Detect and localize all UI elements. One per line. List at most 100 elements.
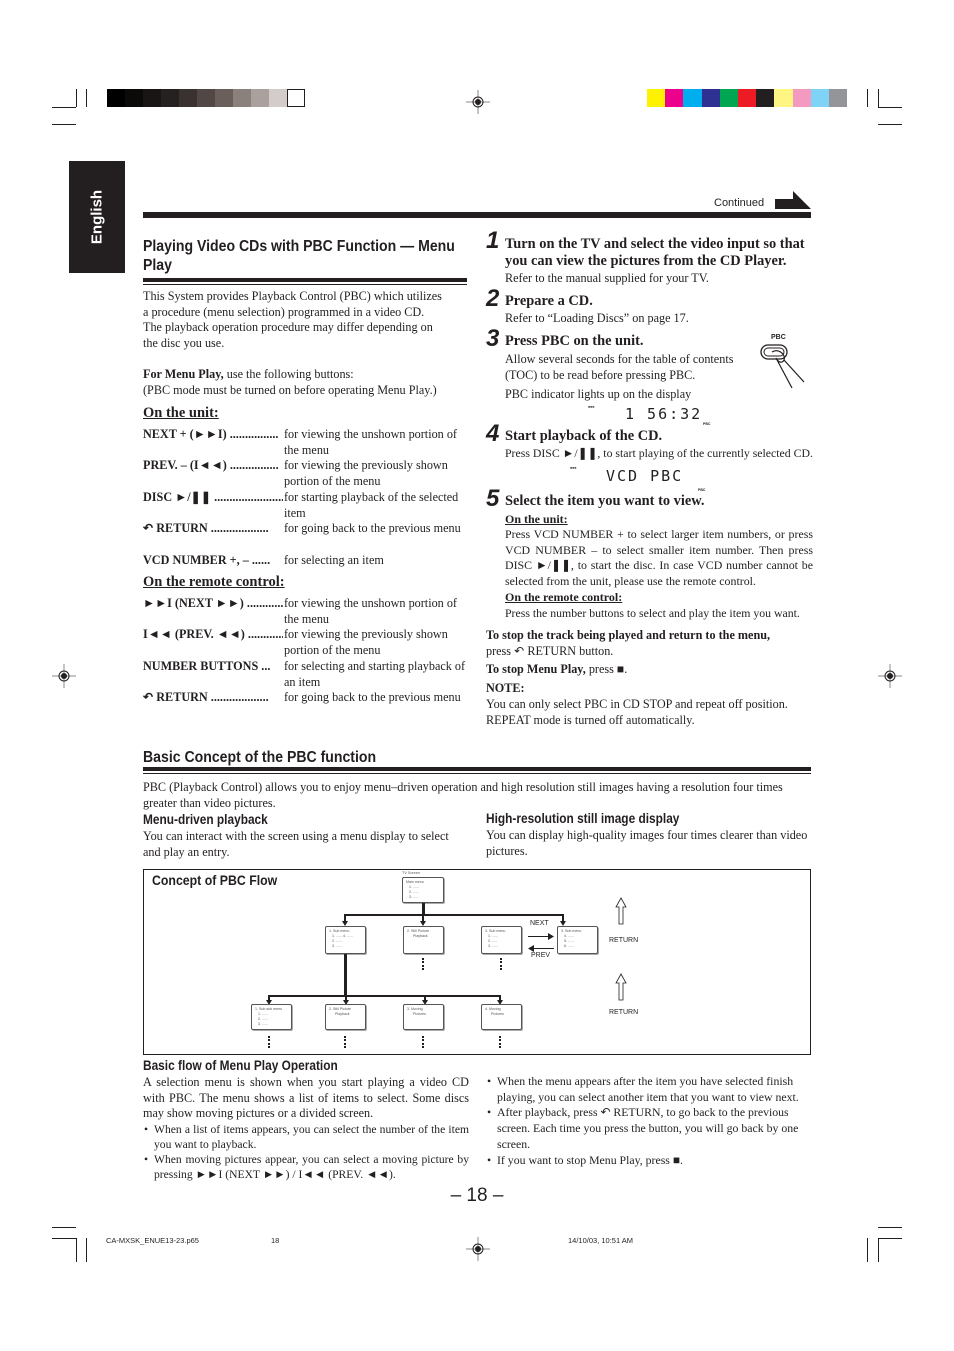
flow-bullet: When moving pictures appear, you can sel… [143, 1152, 469, 1182]
pbc-flow-diagram: Concept of PBC Flow TV Screen Main menu 1… [143, 869, 811, 1055]
color-swatch [107, 89, 125, 107]
step-body: Allow several seconds for the table of c… [505, 352, 734, 382]
registration-mark-icon [52, 664, 76, 688]
continuation-dots [499, 1036, 501, 1048]
lcd-small-label: ■■■ [570, 466, 577, 470]
stop-menu-text: press ■. [585, 662, 628, 677]
color-swatch [774, 89, 793, 107]
color-swatch [125, 89, 143, 107]
prev-label: PREV [531, 952, 551, 959]
registration-mark-icon [466, 1237, 490, 1261]
step-body: Press DISC ►/❚❚, to start playing of the… [505, 446, 813, 460]
remote-heading: On the remote control: [143, 574, 285, 590]
color-swatch [756, 89, 775, 107]
step-title: Turn on the TV and select the video inpu… [505, 236, 805, 269]
continuation-dots [344, 1036, 346, 1048]
color-swatch [215, 89, 233, 107]
title-rule [143, 278, 467, 282]
finger-press-icon [760, 344, 805, 389]
return-arrow-up-icon [615, 897, 627, 925]
box-text: 3. ...... [258, 1022, 268, 1026]
stop-menu-bold: To stop Menu Play, [486, 662, 586, 677]
basic-concept-title: Basic Concept of the PBC function [143, 749, 377, 766]
title-rule [143, 767, 811, 771]
main-menu-box: Main menu 1. ...... 2. ...... 3. ...... [402, 877, 444, 903]
box-text: 6. ...... [564, 944, 574, 948]
intro-line: The playback operation procedure may dif… [143, 320, 433, 335]
button-description: for viewing the unshown portion of the m… [284, 596, 457, 626]
color-swatch [738, 89, 757, 107]
menu-driven-title: Menu-driven playback [143, 812, 268, 827]
intro-line: the disc you use. [143, 336, 225, 351]
unit-subheading: On the unit: [505, 512, 568, 526]
color-swatch [269, 89, 287, 107]
registration-mark-icon [466, 90, 490, 114]
pbc-indicator: PBC [698, 488, 706, 492]
button-name: NUMBER BUTTONS ... [143, 658, 271, 673]
color-swatch [647, 89, 666, 107]
flow-bullets-left: When a list of items appears, you can se… [143, 1122, 469, 1182]
button-definition-row: ↶ RETURN ................... for going ba… [143, 690, 469, 721]
step-number: 2 [486, 285, 500, 312]
button-definition-row: NUMBER BUTTONS ... for selecting and star… [143, 659, 469, 690]
connector-line [344, 914, 564, 916]
diagram-title: Concept of PBC Flow [152, 872, 278, 888]
pbc-indicator: PBC [703, 422, 711, 426]
menu-play-bold: For Menu Play, [143, 367, 224, 381]
basic-intro: PBC (Playback Control) allows you to enj… [143, 780, 783, 810]
button-description: for viewing the unshown portion of the m… [284, 427, 457, 457]
step-body: Press VCD NUMBER + to select larger item… [505, 527, 813, 589]
top-rule [143, 212, 811, 218]
color-swatch [701, 89, 720, 107]
button-description: for going back to the previous menu [284, 690, 461, 705]
pbc-button-label: PBC [771, 334, 786, 341]
intro-paragraph: This System provides Playback Control (P… [143, 289, 469, 352]
connector-line [268, 995, 500, 997]
note-line: REPEAT mode is turned off automatically. [486, 712, 695, 727]
button-description: for viewing the previously shown portion… [284, 627, 448, 658]
section-title: Playing Video CDs with PBC Function — Me… [143, 237, 455, 275]
submenu-box: 1. Sub menu 1. ...... 4. ...... 2. ...... 3… [325, 926, 366, 954]
title-rule [143, 773, 811, 774]
button-definition-row: NEXT + (►►I) ................ for viewing… [143, 427, 469, 458]
step-body: Refer to “Loading Discs” on page 17. [505, 311, 689, 325]
stop-track-text: press ↶ RETURN button. [486, 643, 614, 658]
arrow-left-icon [528, 945, 534, 952]
flow-bullet: When a list of items appears, you can se… [143, 1122, 469, 1152]
button-definition-row: DISC ►/❚❚ ........................ for st… [143, 490, 469, 521]
button-definition-row: I◄◄ (PREV. ◄◄) ............ for viewing t… [143, 627, 469, 658]
lcd-readout: 1 56:32 [625, 405, 703, 423]
note-heading: NOTE: [486, 681, 525, 696]
footer-page: 18 [271, 1236, 280, 1245]
box-text: Pictures [491, 1012, 504, 1016]
hires-body: You can display high-quality images four… [486, 828, 808, 858]
color-swatch [810, 89, 829, 107]
section-title-line: Play [143, 257, 172, 274]
continued-arrow-icon [775, 191, 811, 209]
continuation-dots [500, 958, 502, 970]
button-name: ↶ RETURN ................... [143, 690, 269, 705]
registration-mark-icon [878, 664, 902, 688]
box-text: 3. ...... [332, 944, 342, 948]
return-label: RETURN [609, 937, 639, 944]
title-rule [143, 284, 467, 285]
return-label: RETURN [609, 1009, 639, 1016]
submenu-next-box: 3. Sub menu 4. ...... 5. ...... 6. ...... [557, 926, 598, 954]
box-text: Playback [413, 934, 428, 938]
box-text: 3. ...... [409, 895, 419, 899]
continuation-dots [422, 958, 424, 970]
button-definition-row: ►►I (NEXT ►►) ............ for viewing th… [143, 596, 469, 627]
color-swatch [829, 89, 848, 107]
button-name: I◄◄ (PREV. ◄◄) ............ [143, 627, 283, 642]
continuation-dots [268, 1036, 270, 1048]
flow-bullets-right: When the menu appears after the item you… [486, 1074, 812, 1168]
flow-intro: A selection menu is shown when you start… [143, 1075, 469, 1121]
lcd-readout: VCD PBC [606, 467, 684, 485]
lcd-small-label: ■■■ [588, 405, 595, 409]
language-tab-label: English [88, 189, 106, 245]
color-swatch [161, 89, 179, 107]
footer-filename: CA-MXSK_ENUE13-23.p65 [106, 1236, 199, 1245]
return-arrow-up-icon [615, 973, 627, 1001]
submenu-box: 3. Sub menu 1. ...... 2. ...... 3. ...... [481, 926, 522, 954]
step-title: Start playback of the CD. [505, 428, 663, 444]
